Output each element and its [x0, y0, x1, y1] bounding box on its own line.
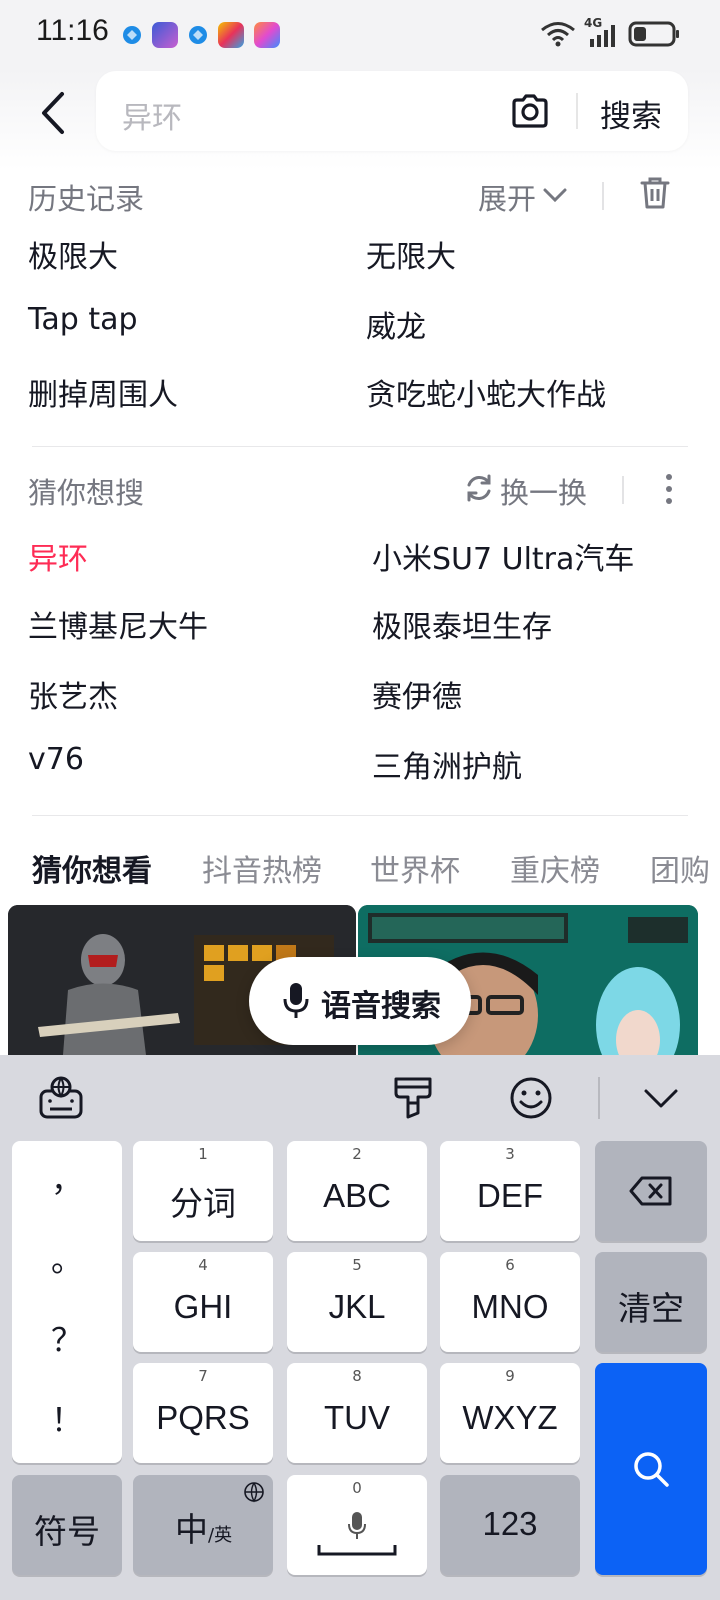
key-2[interactable]: 2 ABC: [287, 1141, 427, 1241]
divider: [622, 476, 624, 504]
status-bar: 11:16 4G: [0, 0, 720, 70]
guess-item-hot[interactable]: 异环: [28, 534, 88, 578]
tab-guess-watch[interactable]: 猜你想看: [32, 846, 152, 890]
symbols-key[interactable]: 符号: [12, 1475, 122, 1575]
key-6[interactable]: 6 MNO: [440, 1252, 580, 1352]
key-4[interactable]: 4 GHI: [133, 1252, 273, 1352]
history-item[interactable]: 极限大: [28, 232, 118, 276]
game-app-icon: [152, 22, 178, 48]
notification-icons: [122, 20, 280, 50]
space-bar-icon: [317, 1545, 397, 1556]
key-1[interactable]: 1 分词: [133, 1141, 273, 1241]
camera-icon[interactable]: [510, 91, 550, 131]
voice-search-label: 语音搜索: [321, 989, 441, 1024]
backspace-icon: [629, 1176, 672, 1206]
punctuation-key-column[interactable]: ， 。 ？ ！: [12, 1141, 122, 1463]
game-app-icon: [218, 22, 244, 48]
app-notification-icon: [123, 26, 141, 44]
refresh-icon: [467, 474, 491, 502]
chevron-down-icon: [543, 188, 567, 203]
status-time: 11:16: [36, 14, 109, 47]
toolbar-divider: [598, 1077, 600, 1119]
guess-item[interactable]: 兰博基尼大牛: [28, 602, 208, 646]
voice-search-button[interactable]: 语音搜索: [249, 957, 471, 1045]
history-item[interactable]: 无限大: [366, 232, 456, 276]
guess-item[interactable]: 张艺杰: [28, 672, 118, 716]
punctuation-comma[interactable]: ，: [12, 1155, 122, 1201]
punctuation-question[interactable]: ？: [12, 1315, 122, 1361]
key-7[interactable]: 7 PQRS: [133, 1363, 273, 1463]
search-header: 异环 搜索: [0, 70, 720, 170]
microphone-icon: [283, 983, 309, 1018]
tab-group-buy[interactable]: 团购: [650, 846, 710, 890]
trash-icon[interactable]: [640, 176, 670, 210]
punctuation-exclaim[interactable]: ！: [12, 1395, 122, 1441]
tab-world-cup[interactable]: 世界杯: [370, 846, 460, 890]
guess-item[interactable]: 极限泰坦生存: [372, 602, 552, 646]
app-notification-icon: [189, 26, 207, 44]
guess-title: 猜你想搜: [28, 476, 145, 510]
history-item[interactable]: 威龙: [366, 302, 426, 346]
emoji-icon[interactable]: [506, 1073, 556, 1123]
keyboard: ， 。 ？ ！ 1 分词 2 ABC 3 DEF 4 GHI 5 JKL 6 M…: [0, 1055, 720, 1600]
guess-item[interactable]: 赛伊德: [372, 672, 462, 716]
language-key[interactable]: 中/英: [133, 1475, 273, 1575]
keyboard-globe-icon[interactable]: [36, 1073, 86, 1123]
collapse-keyboard-icon[interactable]: [636, 1073, 686, 1123]
history-item[interactable]: Tap tap: [28, 302, 138, 337]
section-divider: [32, 815, 688, 816]
numbers-key[interactable]: 123: [440, 1475, 580, 1575]
guess-item[interactable]: v76: [28, 742, 84, 777]
divider: [602, 182, 604, 210]
back-icon[interactable]: [34, 88, 74, 138]
expand-label: 展开: [478, 182, 537, 216]
paint-app-icon: [254, 22, 280, 48]
history-item[interactable]: 贪吃蛇小蛇大作战: [366, 370, 606, 414]
search-divider: [576, 93, 578, 129]
key-9[interactable]: 9 WXYZ: [440, 1363, 580, 1463]
tab-chongqing[interactable]: 重庆榜: [510, 846, 600, 890]
more-icon[interactable]: [664, 472, 674, 506]
search-button[interactable]: 搜索: [600, 91, 662, 136]
space-key[interactable]: 0: [287, 1475, 427, 1575]
guess-item[interactable]: 三角洲护航: [372, 742, 522, 786]
globe-icon: [244, 1482, 264, 1503]
wifi-icon: [541, 22, 575, 47]
signal-icon: 4G: [584, 16, 620, 49]
status-right: 4G: [540, 16, 680, 52]
section-divider: [32, 446, 688, 447]
history-title: 历史记录: [28, 182, 145, 216]
battery-icon: [628, 21, 679, 47]
history-item[interactable]: 删掉周围人: [28, 370, 178, 414]
key-3[interactable]: 3 DEF: [440, 1141, 580, 1241]
punctuation-period[interactable]: 。: [12, 1235, 122, 1281]
search-icon: [634, 1452, 669, 1487]
backspace-key[interactable]: [595, 1141, 707, 1241]
clear-key[interactable]: 清空: [595, 1252, 707, 1352]
search-input[interactable]: 异环: [122, 93, 182, 137]
history-expand-button[interactable]: 展开: [478, 176, 567, 216]
guess-item[interactable]: 小米SU7 Ultra汽车: [372, 534, 634, 578]
refresh-label: 换一换: [500, 476, 588, 510]
tab-douyin-hot[interactable]: 抖音热榜: [202, 846, 322, 890]
brush-icon[interactable]: [388, 1073, 438, 1123]
microphone-icon: [348, 1512, 366, 1539]
key-5[interactable]: 5 JKL: [287, 1252, 427, 1352]
search-key[interactable]: [595, 1363, 707, 1575]
search-box[interactable]: 异环 搜索: [96, 71, 688, 151]
key-8[interactable]: 8 TUV: [287, 1363, 427, 1463]
